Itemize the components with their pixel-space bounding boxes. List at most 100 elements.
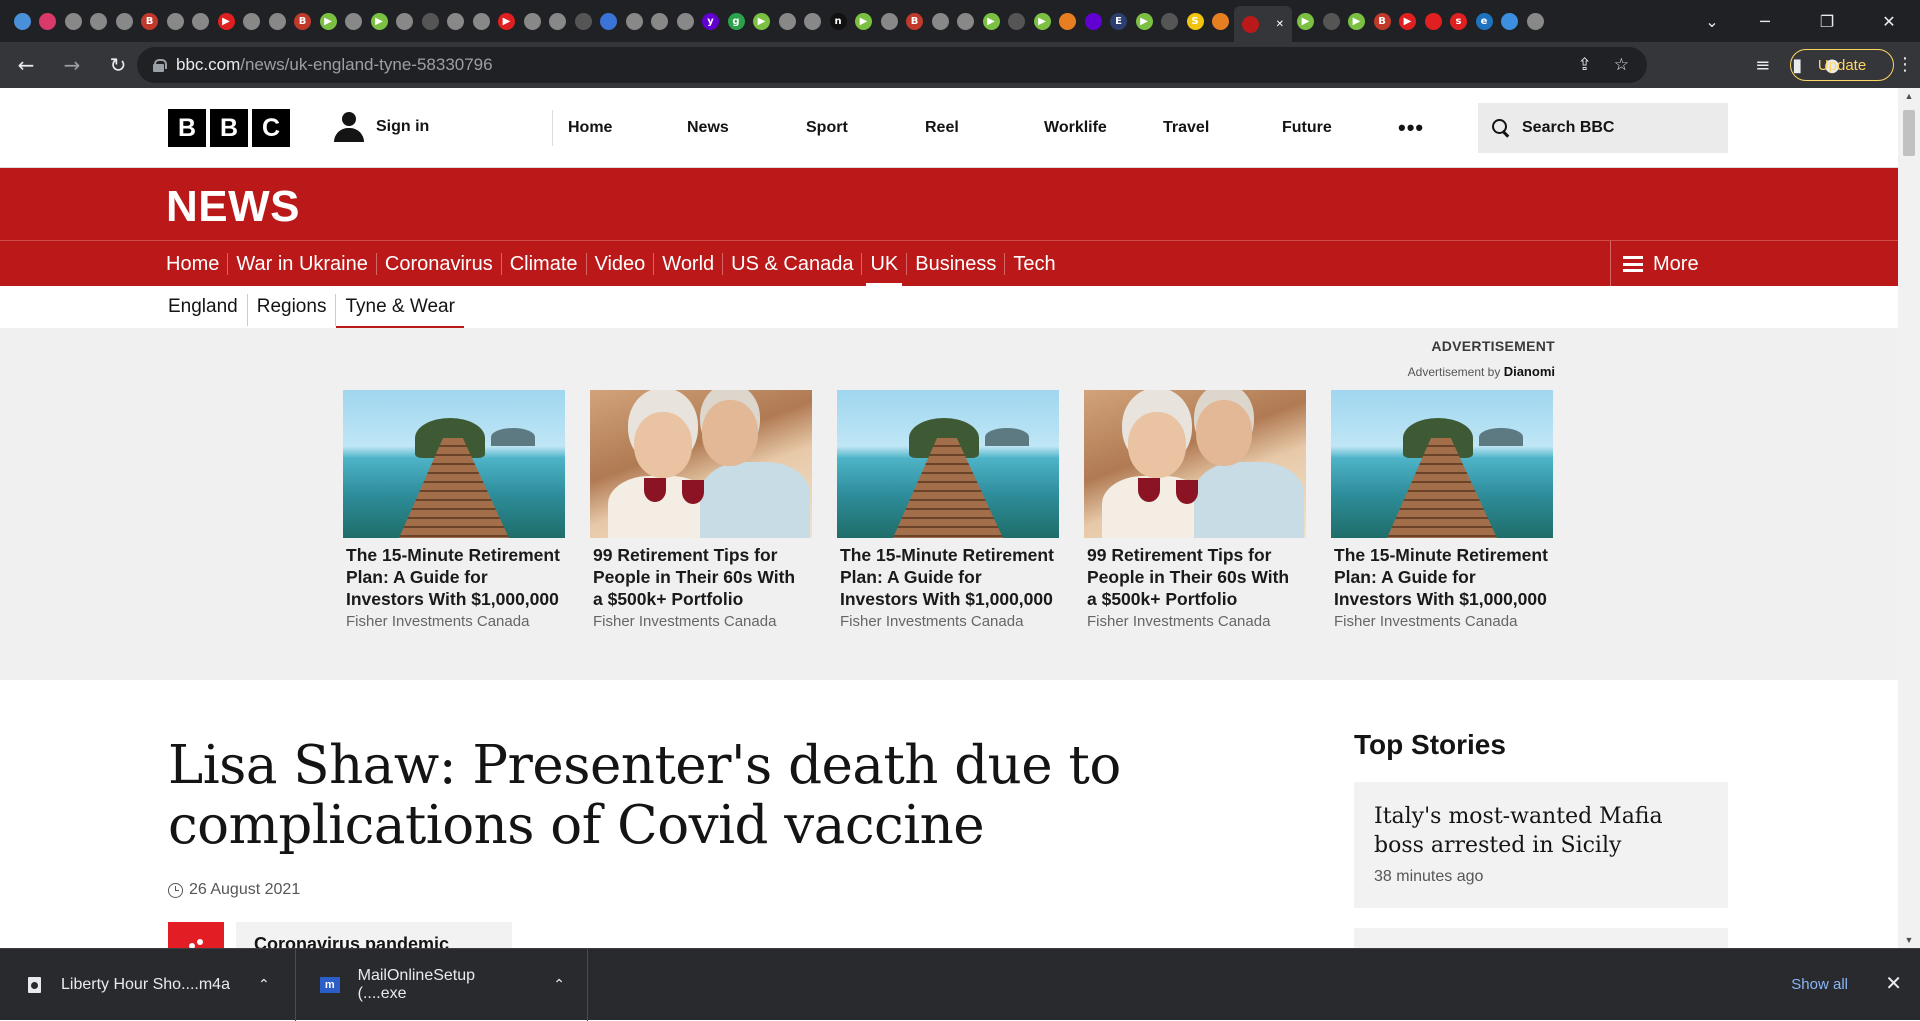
bookmark-icon[interactable]: [1158, 9, 1182, 33]
scroll-up-arrow-icon[interactable]: ▲: [1898, 88, 1920, 104]
globe-icon[interactable]: [801, 9, 825, 33]
yahoo-icon[interactable]: [1081, 9, 1105, 33]
close-downloads-icon[interactable]: ✕: [1885, 971, 1902, 995]
media-control-icon[interactable]: ≡: [1755, 55, 1770, 76]
advertisement-by[interactable]: Advertisement by Dianomi: [1408, 364, 1555, 379]
bookmark-icon[interactable]: [1005, 9, 1029, 33]
globe-icon[interactable]: [87, 9, 111, 33]
bi-icon[interactable]: B: [291, 9, 315, 33]
rumble-icon[interactable]: ▶: [979, 9, 1003, 33]
forward-button[interactable]: →: [52, 45, 92, 85]
news-nav-uk[interactable]: UK: [862, 253, 908, 287]
sign-in-link[interactable]: Sign in: [334, 112, 429, 142]
lock-icon[interactable]: [153, 58, 167, 72]
url-bar[interactable]: bbc.com/news/uk-england-tyne-58330796 ⇪ …: [137, 47, 1647, 83]
chevron-up-icon[interactable]: ⌃: [553, 977, 565, 993]
sub-nav-england[interactable]: England: [160, 294, 248, 326]
n-icon[interactable]: n: [826, 9, 850, 33]
bookmark-icon[interactable]: [418, 9, 442, 33]
more-menu-icon[interactable]: •••: [1386, 115, 1446, 141]
news-nav-climate[interactable]: Climate: [502, 253, 587, 275]
rumble-icon[interactable]: ▶: [1132, 9, 1156, 33]
bi-icon[interactable]: B: [1370, 9, 1394, 33]
search-icon[interactable]: [597, 9, 621, 33]
globe-icon[interactable]: [954, 9, 978, 33]
news-nav-war-in-ukraine[interactable]: War in Ukraine: [228, 253, 377, 275]
ad-card[interactable]: 99 Retirement Tips for People in Their 6…: [1084, 390, 1306, 630]
globe-icon[interactable]: [393, 9, 417, 33]
rumble-icon[interactable]: ▶: [367, 9, 391, 33]
globe-icon[interactable]: [444, 9, 468, 33]
close-tab-icon[interactable]: ✕: [1276, 16, 1284, 33]
search-bbc-box[interactable]: Search BBC: [1478, 103, 1728, 153]
flag-icon[interactable]: [1056, 9, 1080, 33]
download-item[interactable]: m MailOnlineSetup (....exe ⌃: [296, 949, 588, 1021]
top-nav-reel[interactable]: Reel: [910, 119, 1029, 137]
news-wordmark[interactable]: NEWS: [166, 182, 300, 232]
pin-icon[interactable]: [1421, 9, 1445, 33]
rumble-icon[interactable]: ▶: [1030, 9, 1054, 33]
globe-icon[interactable]: [469, 9, 493, 33]
back-button[interactable]: ←: [6, 45, 46, 85]
top-nav-news[interactable]: News: [672, 119, 791, 137]
bi-icon[interactable]: B: [903, 9, 927, 33]
news-nav-video[interactable]: Video: [587, 253, 655, 275]
topic-tag[interactable]: Coronavirus pandemic: [236, 922, 512, 948]
share-icon[interactable]: ⇪: [1578, 55, 1592, 75]
globe-icon[interactable]: [112, 9, 136, 33]
browser-menu-icon[interactable]: ⋮: [1896, 54, 1914, 75]
globe-icon[interactable]: [928, 9, 952, 33]
news-nav-us-canada[interactable]: US & Canada: [723, 253, 863, 275]
globe-icon[interactable]: [673, 9, 697, 33]
yahoo-icon[interactable]: y: [699, 9, 723, 33]
pier-image[interactable]: [343, 390, 565, 538]
top-nav-home[interactable]: Home: [553, 119, 672, 137]
youtube-icon[interactable]: ▶: [495, 9, 519, 33]
rumble-icon[interactable]: ▶: [316, 9, 340, 33]
couple-image[interactable]: [590, 390, 812, 538]
globe-icon[interactable]: [546, 9, 570, 33]
news-nav-coronavirus[interactable]: Coronavirus: [377, 253, 502, 275]
scroll-down-arrow-icon[interactable]: ▼: [1898, 932, 1920, 948]
globe-icon[interactable]: [189, 9, 213, 33]
news-nav-tech[interactable]: Tech: [1005, 253, 1063, 275]
globe-icon[interactable]: [520, 9, 544, 33]
bi-icon[interactable]: B: [138, 9, 162, 33]
ad-card[interactable]: 99 Retirement Tips for People in Their 6…: [590, 390, 812, 630]
sun-icon[interactable]: [1209, 9, 1233, 33]
bookmark-icon[interactable]: [1319, 9, 1343, 33]
ad-card[interactable]: The 15-Minute Retirement Plan: A Guide f…: [343, 390, 565, 630]
rumble-icon[interactable]: ▶: [1294, 9, 1318, 33]
top-story-card[interactable]: Italy's most-wanted Mafia boss arrested …: [1354, 782, 1728, 908]
globe-icon[interactable]: [622, 9, 646, 33]
news-more-button[interactable]: More: [1610, 241, 1699, 287]
top-nav-future[interactable]: Future: [1267, 119, 1386, 137]
top-nav-worklife[interactable]: Worklife: [1029, 119, 1148, 137]
e-icon[interactable]: e: [1472, 9, 1496, 33]
ad-title[interactable]: The 15-Minute Retirement Plan: A Guide f…: [343, 538, 565, 610]
rumble-icon[interactable]: ▶: [750, 9, 774, 33]
download-item[interactable]: Liberty Hour Sho....m4a ⌃: [0, 949, 296, 1021]
youtube-icon[interactable]: ▶: [214, 9, 238, 33]
globe-icon[interactable]: [265, 9, 289, 33]
top-story-card[interactable]: [1354, 928, 1728, 948]
g-icon[interactable]: g: [724, 9, 748, 33]
youtube-icon[interactable]: ▶: [1396, 9, 1420, 33]
ad-title[interactable]: 99 Retirement Tips for People in Their 6…: [1084, 538, 1306, 610]
tab-search-icon[interactable]: ⌄: [1690, 12, 1734, 31]
bookmark-star-icon[interactable]: ☆: [1614, 55, 1629, 75]
rumble-icon[interactable]: ▶: [852, 9, 876, 33]
globe-icon[interactable]: [648, 9, 672, 33]
globe-icon[interactable]: [1523, 9, 1547, 33]
cloud-icon[interactable]: [1498, 9, 1522, 33]
reload-button[interactable]: ↻: [98, 45, 138, 85]
flower-icon[interactable]: [36, 9, 60, 33]
ad-title[interactable]: 99 Retirement Tips for People in Their 6…: [590, 538, 812, 610]
chevron-up-icon[interactable]: ⌃: [258, 977, 270, 993]
top-nav-sport[interactable]: Sport: [791, 119, 910, 137]
sub-nav-tyne-wear[interactable]: Tyne & Wear: [336, 294, 465, 329]
sub-nav-regions[interactable]: Regions: [248, 294, 337, 326]
globe-icon[interactable]: [775, 9, 799, 33]
globe-icon[interactable]: [877, 9, 901, 33]
s-icon[interactable]: S: [1183, 9, 1207, 33]
